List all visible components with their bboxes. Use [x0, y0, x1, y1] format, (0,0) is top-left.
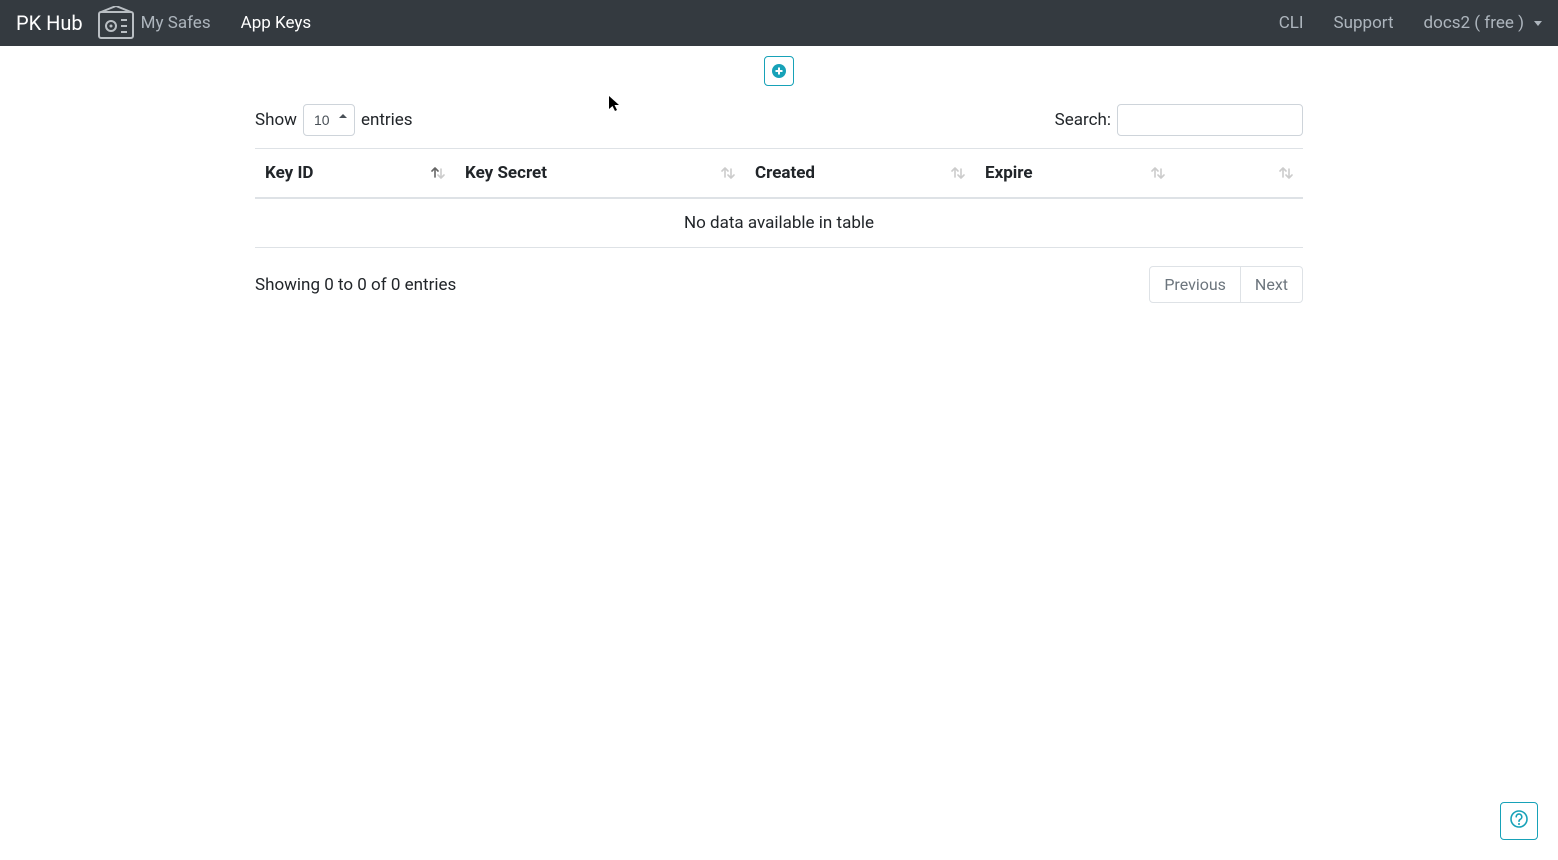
brand[interactable]: PK Hub: [16, 11, 83, 35]
col-key-secret-label: Key Secret: [465, 163, 547, 183]
sort-both-icon: [1151, 165, 1165, 181]
empty-message: No data available in table: [255, 198, 1303, 248]
plus-circle-icon: [771, 63, 787, 79]
col-key-id[interactable]: Key ID: [255, 149, 455, 199]
col-key-id-label: Key ID: [265, 163, 313, 183]
next-button[interactable]: Next: [1241, 266, 1303, 303]
add-key-button[interactable]: [764, 56, 794, 86]
table-info: Showing 0 to 0 of 0 entries: [255, 275, 456, 295]
keys-table: Key ID Key Secret: [255, 148, 1303, 248]
col-created-label: Created: [755, 163, 815, 183]
col-created[interactable]: Created: [745, 149, 975, 199]
nav-item-support[interactable]: Support: [1334, 13, 1394, 33]
col-expire-label: Expire: [985, 163, 1033, 183]
navbar: PK Hub My Safes App Keys CLI Support doc…: [0, 0, 1558, 46]
nav-user-dropdown[interactable]: docs2 ( free ): [1424, 13, 1542, 33]
sort-asc-icon: [431, 165, 445, 181]
nav-item-cli[interactable]: CLI: [1279, 13, 1304, 33]
length-control: Show 10 entries: [255, 104, 413, 136]
search-control: Search:: [1055, 104, 1303, 136]
sort-both-icon: [951, 165, 965, 181]
search-input[interactable]: [1117, 104, 1303, 136]
nav-left: My Safes App Keys: [141, 13, 312, 33]
prev-button[interactable]: Previous: [1149, 266, 1241, 303]
pagination: Previous Next: [1149, 266, 1303, 303]
table-empty-row: No data available in table: [255, 198, 1303, 248]
sort-both-icon: [1279, 165, 1293, 181]
safe-logo-icon: [97, 6, 135, 40]
length-select[interactable]: 10: [303, 104, 355, 136]
nav-user-label: docs2 ( free ): [1424, 13, 1524, 33]
datatable-bottom: Showing 0 to 0 of 0 entries Previous Nex…: [255, 266, 1303, 303]
help-button[interactable]: [1500, 802, 1538, 840]
col-expire[interactable]: Expire: [975, 149, 1175, 199]
nav-item-app-keys[interactable]: App Keys: [241, 13, 312, 33]
main-container: Show 10 entries Search: Key ID: [255, 46, 1303, 303]
length-suffix: entries: [361, 110, 413, 130]
question-circle-icon: [1510, 810, 1528, 832]
col-actions[interactable]: [1175, 149, 1303, 199]
caret-down-icon: [1534, 21, 1542, 26]
length-prefix: Show: [255, 110, 297, 130]
nav-item-my-safes[interactable]: My Safes: [141, 13, 211, 33]
sort-both-icon: [721, 165, 735, 181]
search-label: Search:: [1055, 110, 1111, 130]
datatable-top: Show 10 entries Search:: [255, 104, 1303, 136]
col-key-secret[interactable]: Key Secret: [455, 149, 745, 199]
add-row: [255, 56, 1303, 86]
nav-right: CLI Support docs2 ( free ): [1279, 13, 1542, 33]
